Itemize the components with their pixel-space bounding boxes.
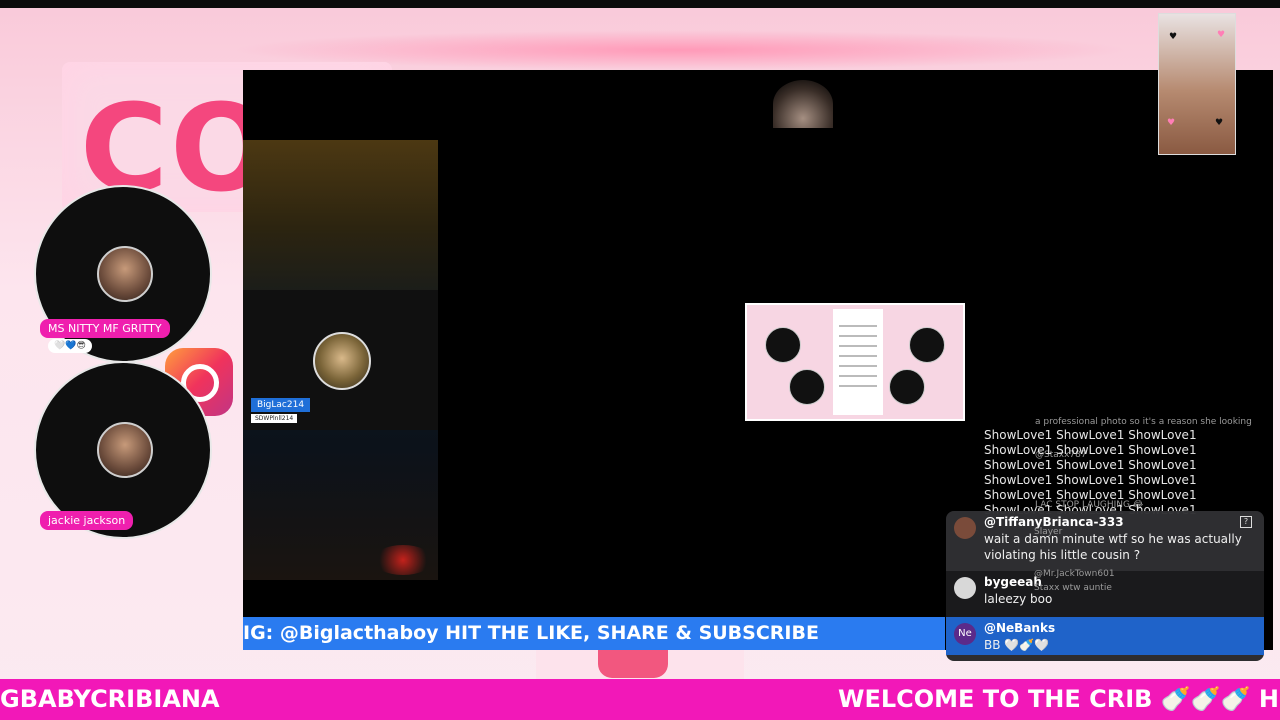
- question-icon[interactable]: ?: [1240, 516, 1252, 528]
- record-thumb: [909, 327, 945, 363]
- top-border: [0, 0, 1280, 8]
- host-name-tag: BigLac214: [251, 398, 311, 412]
- guest-avatar: [97, 246, 153, 302]
- heart-icon: ♥: [1167, 118, 1176, 128]
- avatar: Ne: [954, 623, 976, 645]
- instagram-banner: IG: @Biglacthaboy HIT THE LIKE, SHARE & …: [243, 617, 945, 650]
- shared-screen-thumbnail[interactable]: [745, 303, 965, 421]
- chat-message[interactable]: @TiffanyBrianca-333 wait a damn minute w…: [946, 511, 1264, 571]
- avatar: [954, 517, 976, 539]
- record-thumb: [765, 327, 801, 363]
- heart-icon: ♥: [1215, 118, 1224, 128]
- chat-text: BB 🤍🍼🤍: [984, 638, 1050, 652]
- host-avatar: [313, 332, 371, 390]
- guest-name-2: jackie jackson: [40, 511, 134, 530]
- ceiling-light: [773, 80, 833, 128]
- chat-text: wait a damn minute wtf so he was actuall…: [984, 532, 1242, 562]
- red-light: [373, 545, 433, 575]
- ghost-chat-line: Staxx wtw auntie: [1034, 583, 1112, 593]
- marquee-right-text: WELCOME TO THE CRIB 🍼🍼🍼 HIT: [838, 685, 1280, 713]
- pip-camera[interactable]: ♥ ♥ ♥ ♥: [1158, 13, 1236, 155]
- baby-bottle-decoration: [536, 650, 744, 679]
- record-thumb: [889, 369, 925, 405]
- chat-username: @NeBanks: [984, 621, 1056, 635]
- avatar: [954, 577, 976, 599]
- host-subtag: SDWPlnll214: [251, 414, 298, 423]
- heart-icon: ♥: [1217, 30, 1226, 40]
- ghost-chat-line: Slayer: [1034, 527, 1063, 537]
- chat-text: laleezy boo: [984, 592, 1053, 606]
- chat-overlay: @TiffanyBrianca-333 wait a damn minute w…: [946, 511, 1264, 661]
- record-thumb: [789, 369, 825, 405]
- left-camera-feed: BigLac214 SDWPlnll214: [243, 140, 438, 580]
- guest-avatar: [97, 422, 153, 478]
- ghost-chat-line: a professional photo so it's a reason sh…: [1035, 417, 1252, 427]
- showlove-spam: ShowLove1 ShowLove1 ShowLove1 ShowLove1 …: [984, 428, 1197, 517]
- chat-message[interactable]: Ne @NeBanks BB 🤍🍼🤍: [946, 617, 1264, 655]
- heart-icon: ♥: [1169, 32, 1178, 42]
- marquee-left-text: GBABYCRIBIANA: [0, 685, 220, 713]
- guest-badge: 🤍💙😎: [48, 339, 92, 353]
- instagram-banner-text: IG: @Biglacthaboy HIT THE LIKE, SHARE & …: [243, 622, 819, 644]
- guest-name-1: MS NITTY MF GRITTY: [40, 319, 170, 338]
- ghost-chat-line: @Mr.JackTown601: [1034, 569, 1115, 579]
- chat-message[interactable]: bygeeah laleezy boo @Mr.JackTown601 Stax…: [946, 569, 1264, 615]
- bottom-marquee: GBABYCRIBIANA WELCOME TO THE CRIB 🍼🍼🍼 HI…: [0, 679, 1280, 720]
